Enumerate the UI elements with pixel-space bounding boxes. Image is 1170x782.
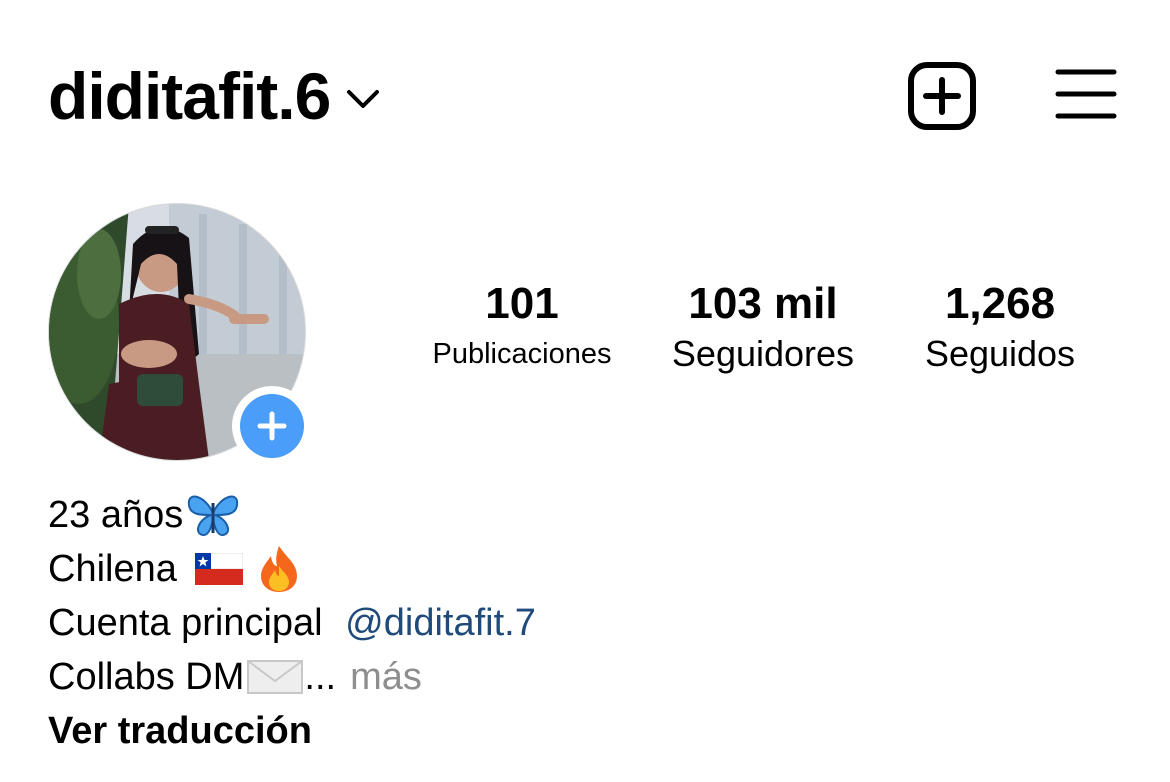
- bio-ellipsis: ...: [304, 656, 337, 698]
- bio-line-collabs: Collabs DM ... más: [48, 650, 1108, 704]
- more-link[interactable]: más: [350, 650, 422, 704]
- following-label: Seguidos: [924, 333, 1076, 374]
- following-count: 1,268: [944, 279, 1056, 328]
- posts-count: 101: [485, 279, 559, 328]
- followers-label: Seguidores: [671, 333, 855, 374]
- bio-line-translate: Ver traducción: [48, 704, 1108, 758]
- envelope-icon: [247, 660, 304, 694]
- bio-line-nationality: Chilena: [48, 542, 1108, 596]
- bio-line-age: 23 años: [48, 488, 1108, 542]
- followers-count: 103 mil: [688, 279, 838, 328]
- bio-main-account-text: Cuenta principal: [48, 602, 334, 644]
- add-story-button[interactable]: [232, 386, 312, 466]
- hamburger-menu-icon[interactable]: [1054, 66, 1118, 122]
- mention-link[interactable]: @diditafit.7: [345, 596, 536, 650]
- account-switcher[interactable]: diditafit.6: [48, 58, 380, 134]
- profile-stats: 101 Publicaciones 103 mil Seguidores 1,2…: [400, 278, 1120, 388]
- posts-stat[interactable]: 101 Publicaciones: [414, 278, 630, 378]
- username[interactable]: diditafit.6: [48, 58, 331, 134]
- fire-icon: [260, 546, 297, 592]
- bio-line-main-account: Cuenta principal @diditafit.7: [48, 596, 1108, 650]
- plus-circle-icon[interactable]: [240, 394, 304, 458]
- translate-link[interactable]: Ver traducción: [48, 704, 312, 758]
- chevron-down-icon[interactable]: [346, 89, 380, 109]
- chile-flag-icon: [194, 553, 243, 585]
- plus-square-icon[interactable]: [906, 60, 978, 132]
- profile-bio: 23 años Chilena Cuenta principal @didita…: [48, 488, 1108, 758]
- following-stat[interactable]: 1,268 Seguidos: [900, 278, 1100, 378]
- posts-label: Publicaciones: [432, 338, 612, 370]
- bio-nationality-text: Chilena: [48, 548, 177, 590]
- profile-header: diditafit.6: [0, 0, 1170, 190]
- bio-collabs-text: Collabs DM: [48, 656, 245, 698]
- followers-stat[interactable]: 103 mil Seguidores: [652, 278, 874, 378]
- bio-age-text: 23 años: [48, 494, 184, 536]
- plus-icon: [257, 411, 287, 441]
- butterfly-icon: [188, 495, 239, 537]
